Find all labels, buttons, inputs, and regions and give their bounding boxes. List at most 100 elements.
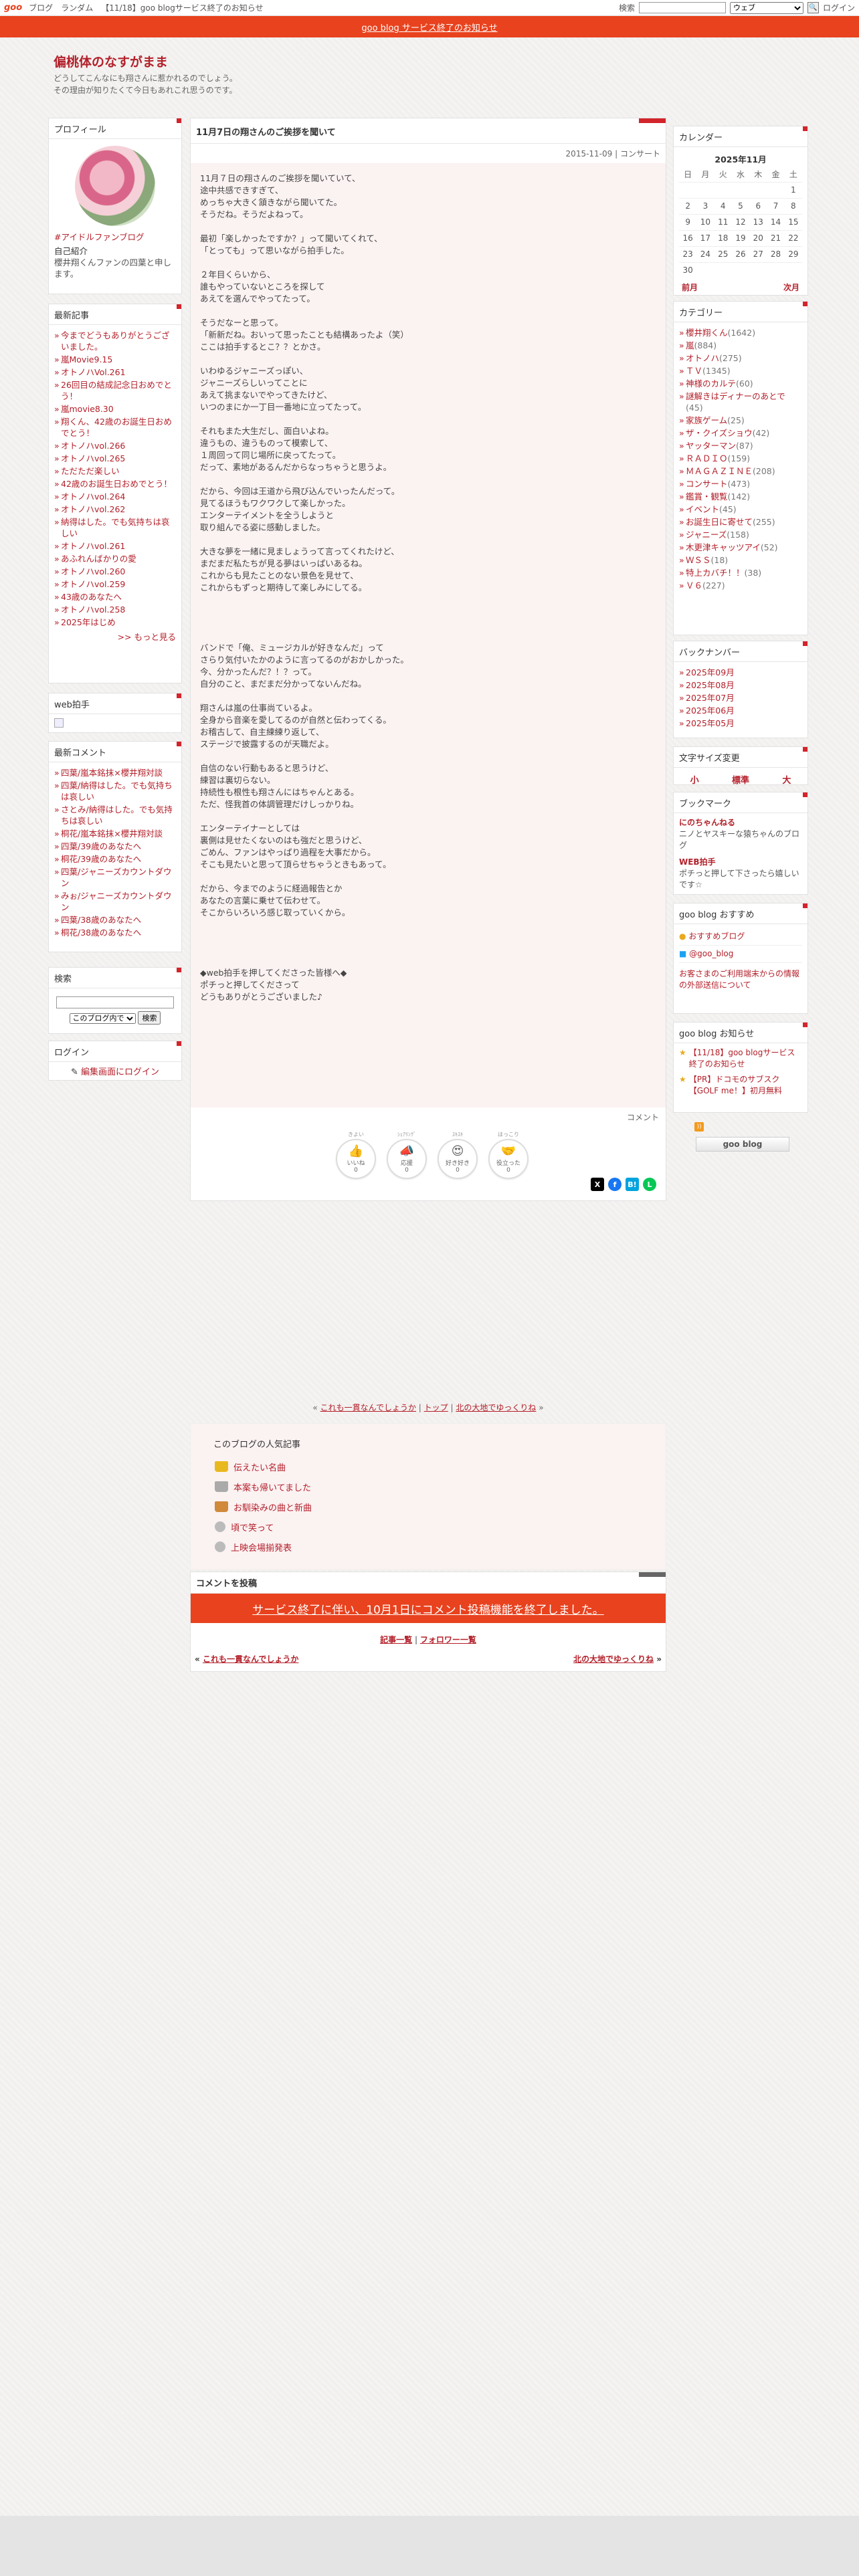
category-link[interactable]: ヤッターマン bbox=[686, 441, 736, 451]
bottom-prev-post-link[interactable]: これも一貫なんでしょうか bbox=[203, 1654, 298, 1664]
popular-post-link[interactable]: 頃で笑って bbox=[231, 1521, 274, 1533]
recent-post-link[interactable]: 26回目の結成記念日おめでとう！ bbox=[61, 380, 172, 401]
category-link[interactable]: ＲＡＤＩＯ bbox=[686, 453, 728, 463]
category-link[interactable]: オトノハ bbox=[686, 353, 719, 363]
goo-notice-link-0[interactable]: 【11/18】goo blogサービス終了のお知らせ bbox=[689, 1047, 802, 1070]
calendar-next-month-link[interactable]: 次月 bbox=[783, 282, 799, 294]
recent-comment-link[interactable]: 桐花/39歳のあなたへ bbox=[61, 854, 141, 864]
category-link[interactable]: 木更津キャッツアイ bbox=[686, 542, 761, 552]
recent-comment-link[interactable]: 四葉/38歳のあなたへ bbox=[61, 915, 141, 925]
font-size-medium-button[interactable]: 標準 bbox=[732, 773, 749, 786]
goo-notice-link-1[interactable]: 【PR】ドコモのサブスク【GOLF me！】初月無料 bbox=[689, 1074, 802, 1097]
category-link[interactable]: ＭＡＧＡＺＩＮＥ bbox=[686, 466, 753, 476]
popular-post-link[interactable]: 本案も帰いてました bbox=[233, 1481, 311, 1493]
font-size-large-button[interactable]: 大 bbox=[782, 773, 791, 786]
recent-comment-link[interactable]: 四葉/39歳のあなたへ bbox=[61, 841, 141, 851]
recent-post-link[interactable]: 2025年はじめ bbox=[61, 617, 116, 627]
recent-comment-link[interactable]: みぉ/ジャニーズカウントダウン bbox=[61, 891, 171, 912]
backnumber-link[interactable]: 2025年05月 bbox=[686, 718, 735, 728]
category-link[interactable]: ザ・クイズショウ bbox=[686, 428, 753, 438]
category-link[interactable]: ジャニーズ bbox=[686, 530, 727, 540]
recent-comment-link[interactable]: 四葉/納得はした。でも気持ちは哀しい bbox=[61, 780, 173, 802]
popular-post-link[interactable]: お馴染みの曲と新曲 bbox=[233, 1501, 312, 1513]
x-share-icon[interactable]: X bbox=[591, 1178, 604, 1191]
hatena-share-icon[interactable]: B! bbox=[626, 1178, 639, 1191]
popular-post-link[interactable]: 伝えたい名曲 bbox=[233, 1461, 286, 1473]
reaction-button[interactable]: ｽｷｽｷ 😍 好き好き 0 bbox=[438, 1131, 478, 1179]
recent-post-link[interactable]: オトノハvol.264 bbox=[61, 492, 125, 502]
recent-post-link[interactable]: 嵐Movie9.15 bbox=[61, 354, 112, 364]
recent-post-link[interactable]: オトノハvol.259 bbox=[61, 579, 125, 589]
follower-list-link[interactable]: フォロワー一覧 bbox=[420, 1635, 476, 1644]
rss-icon[interactable]: )) bbox=[694, 1122, 704, 1132]
recent-comment-link[interactable]: さとみ/納得はした。でも気持ちは哀しい bbox=[61, 804, 173, 826]
search-scope-select[interactable]: ウェブ bbox=[729, 1, 803, 14]
reaction-button[interactable]: ほっこり 🤝 役立った 0 bbox=[488, 1131, 529, 1179]
next-post-link[interactable]: 北の大地でゆっくりね bbox=[456, 1403, 536, 1412]
category-link[interactable]: ＷＳＳ bbox=[686, 555, 711, 565]
topbar-link-random[interactable]: ランダム bbox=[61, 2, 93, 13]
font-size-small-button[interactable]: 小 bbox=[690, 773, 699, 786]
recommend-blog-link[interactable]: おすすめブログ bbox=[688, 932, 745, 941]
backnumber-link[interactable]: 2025年09月 bbox=[686, 667, 735, 677]
recent-post-link[interactable]: オトノハvol.265 bbox=[61, 453, 125, 463]
reaction-circle[interactable]: 👍 いいね 0 bbox=[336, 1139, 376, 1179]
recent-post-link[interactable]: オトノハvol.261 bbox=[61, 541, 125, 551]
recent-comment-link[interactable]: 桐花/38歳のあなたへ bbox=[61, 928, 141, 938]
line-share-icon[interactable]: L bbox=[643, 1178, 656, 1191]
recent-post-link[interactable]: ただただ楽しい bbox=[61, 466, 120, 476]
topbar-link-notice[interactable]: 【11/18】goo blogサービス終了のお知らせ bbox=[101, 2, 263, 13]
bookmark-link-0[interactable]: にのちゃんねる bbox=[679, 817, 802, 829]
recent-post-link[interactable]: 嵐movie8.30 bbox=[61, 404, 114, 414]
reaction-button[interactable]: きよい 👍 いいね 0 bbox=[336, 1131, 376, 1179]
reaction-button[interactable]: ｼｪｱﾘﾝｸﾞ 📣 応援 0 bbox=[387, 1131, 427, 1179]
category-link[interactable]: 鑑賞・観覧 bbox=[686, 492, 728, 502]
category-link[interactable]: 嵐 bbox=[686, 340, 694, 350]
blog-search-scope-select[interactable]: このブログ内で bbox=[69, 1013, 136, 1024]
more-posts-link[interactable]: >> もっと見る bbox=[118, 632, 176, 642]
goo-logo[interactable]: goo bbox=[4, 3, 22, 13]
recent-post-link[interactable]: 翔くん、42歳のお誕生日おめでとう！ bbox=[61, 417, 172, 438]
category-link[interactable]: 家族ゲーム bbox=[686, 415, 727, 425]
top-link[interactable]: トップ bbox=[424, 1403, 448, 1412]
reaction-circle[interactable]: 📣 応援 0 bbox=[387, 1139, 427, 1179]
category-link[interactable]: ＴＶ bbox=[686, 366, 702, 376]
reaction-circle[interactable]: 🤝 役立った 0 bbox=[488, 1139, 529, 1179]
recent-post-link[interactable]: オトノハvol.262 bbox=[61, 504, 125, 514]
recent-post-link[interactable]: オトノハvol.260 bbox=[61, 566, 125, 576]
reaction-circle[interactable]: 😍 好き好き 0 bbox=[438, 1139, 478, 1179]
entry-comment-label[interactable]: コメント bbox=[191, 1107, 666, 1127]
service-end-notice-link[interactable]: goo blog サービス終了のお知らせ bbox=[361, 21, 497, 33]
recent-post-link[interactable]: 今までどうもありがとうございました。 bbox=[61, 330, 170, 352]
blog-search-input[interactable] bbox=[56, 996, 174, 1008]
entry-category-link[interactable]: コンサート bbox=[620, 149, 660, 158]
bookmark-link-1[interactable]: WEB拍手 bbox=[679, 857, 802, 868]
goo-blog-logo[interactable]: goo blog bbox=[696, 1137, 789, 1152]
recent-post-link[interactable]: オトノハvol.266 bbox=[61, 441, 125, 451]
topbar-search-input[interactable] bbox=[638, 2, 726, 13]
topbar-login-link[interactable]: ログイン bbox=[823, 2, 855, 13]
entry-list-link[interactable]: 記事一覧 bbox=[380, 1635, 412, 1644]
calendar-prev-month-link[interactable]: 前月 bbox=[682, 282, 698, 294]
web-clap-image-icon[interactable] bbox=[54, 718, 64, 728]
category-link[interactable]: イベント bbox=[686, 504, 719, 514]
comment-closed-link[interactable]: サービス終了に伴い、10月1日にコメント投稿機能を終了しました。 bbox=[252, 1600, 603, 1617]
recent-post-link[interactable]: 43歳のあなたへ bbox=[61, 592, 122, 602]
category-link[interactable]: 神様のカルテ bbox=[686, 379, 736, 389]
recent-post-link[interactable]: オトノハvol.258 bbox=[61, 605, 125, 615]
facebook-share-icon[interactable]: f bbox=[608, 1178, 622, 1191]
topbar-link-blog[interactable]: ブログ bbox=[29, 2, 53, 13]
blog-search-button[interactable]: 検索 bbox=[138, 1011, 161, 1025]
prev-post-link[interactable]: これも一貫なんでしょうか bbox=[320, 1403, 416, 1412]
edit-login-link[interactable]: 編集画面にログイン bbox=[81, 1067, 159, 1077]
popular-post-link[interactable]: 上映会場揃発表 bbox=[231, 1541, 292, 1553]
backnumber-link[interactable]: 2025年08月 bbox=[686, 680, 735, 690]
recent-post-link[interactable]: オトノハVol.261 bbox=[61, 367, 126, 377]
profile-avatar[interactable] bbox=[75, 146, 155, 226]
category-link[interactable]: 特上カバチ！！ bbox=[686, 568, 745, 578]
category-link[interactable]: お誕生日に寄せて bbox=[686, 517, 753, 527]
search-icon[interactable]: 🔍 bbox=[807, 2, 819, 13]
bottom-next-post-link[interactable]: 北の大地でゆっくりね bbox=[573, 1654, 654, 1664]
external-transmission-info-link[interactable]: お客さまのご利用端末からの情報の外部送信について bbox=[679, 969, 799, 990]
backnumber-link[interactable]: 2025年06月 bbox=[686, 706, 735, 716]
